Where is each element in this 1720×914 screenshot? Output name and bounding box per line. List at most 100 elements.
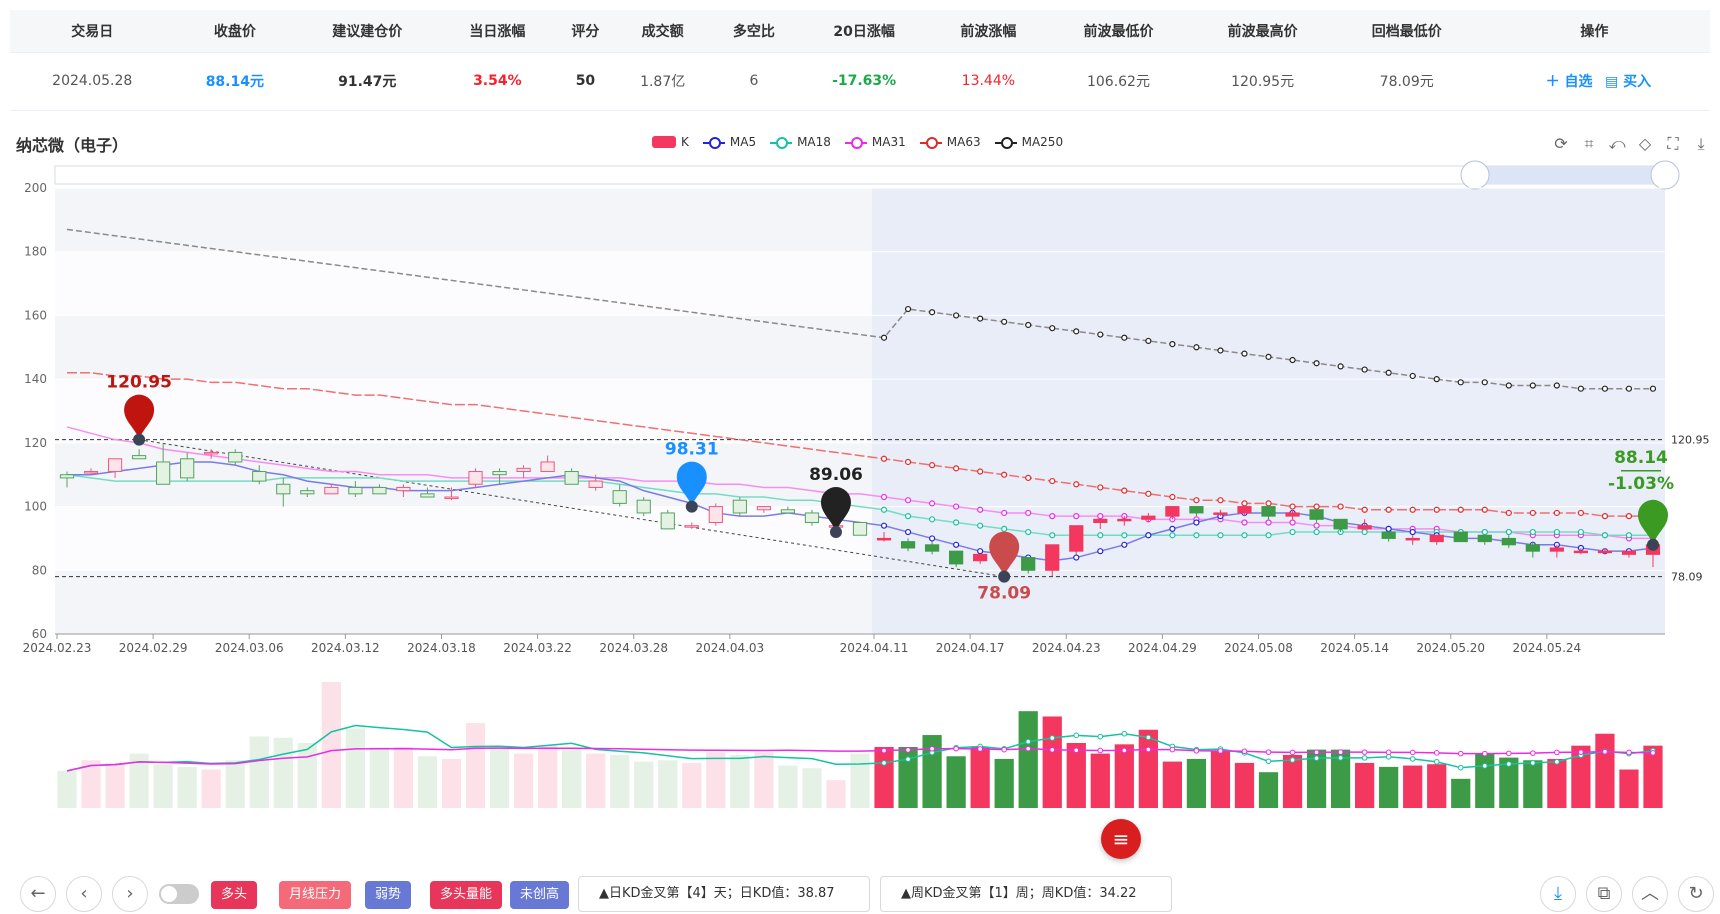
download-icon[interactable]: ⤓	[1540, 876, 1576, 912]
volume-bar	[513, 753, 534, 808]
ma250-point	[1409, 372, 1416, 380]
volume-ma-long-point	[1650, 750, 1656, 756]
volume-ma-point	[1337, 755, 1344, 761]
marker-dot	[829, 526, 842, 539]
candle	[396, 486, 411, 492]
volume-bar	[393, 746, 414, 808]
volume-ma-point	[1506, 761, 1512, 767]
ma250-point	[1649, 385, 1657, 392]
tag-monthly-pressure[interactable]: 月线压力	[279, 881, 352, 909]
ma250-point	[928, 309, 936, 316]
volume-ma-point	[1385, 754, 1392, 760]
chevron-right-icon[interactable]: ›	[112, 876, 148, 912]
volume-ma-long-point	[1025, 745, 1032, 752]
ma5-point	[1169, 525, 1176, 532]
ma63-point	[880, 455, 888, 462]
ma5-point	[928, 535, 936, 542]
ma63-point	[1457, 506, 1464, 513]
ma63-point	[1337, 503, 1344, 510]
candle	[1141, 515, 1156, 520]
volume-ma-long-point	[1602, 748, 1608, 755]
tag-bull[interactable]: 多头	[211, 881, 258, 909]
volume-ma-point	[1313, 755, 1320, 761]
ma31-point	[880, 493, 888, 501]
ma18-point	[1529, 528, 1536, 536]
marker-label: 89.06	[809, 465, 863, 485]
volume-ma-point	[1049, 735, 1056, 741]
volume-ma-long-point	[1361, 749, 1368, 755]
candle	[660, 512, 675, 530]
ma31-point	[1241, 519, 1248, 526]
x-tick-label: 2024.03.18	[407, 641, 476, 655]
volume-bar	[1427, 764, 1447, 808]
y-tick-label: 120	[24, 436, 47, 450]
ma18-point	[1601, 532, 1609, 539]
volume-bar	[610, 754, 630, 808]
ma63-point	[1073, 481, 1080, 488]
candle	[1309, 509, 1324, 520]
volume-bar	[1355, 762, 1375, 808]
candle	[1621, 550, 1637, 555]
menu-icon[interactable]: ≡	[1101, 819, 1141, 859]
volume-bar	[321, 682, 341, 808]
x-tick-label: 2024.04.11	[840, 641, 909, 655]
selection-overlay	[872, 188, 1665, 634]
weekly-kd-info: ▲周KD金叉第【1】周；周KD值：34.22	[880, 876, 1172, 912]
tag-weak[interactable]: 弱势	[365, 881, 412, 909]
ma250-point	[1265, 353, 1272, 360]
ma18-point	[1121, 532, 1128, 539]
tag-no-new-high[interactable]: 未创高	[510, 881, 570, 909]
volume-bar	[345, 728, 365, 808]
chevron-left-icon[interactable]: ‹	[66, 876, 102, 912]
volume-ma-long-point	[1626, 749, 1632, 756]
candle	[1573, 550, 1589, 554]
y-tick-label: 60	[32, 627, 47, 641]
data-zoom-window	[1475, 166, 1665, 184]
up-icon[interactable]: ︿	[1632, 876, 1668, 912]
ma250-point	[1553, 382, 1560, 389]
tag-bull-volume[interactable]: 多头量能	[430, 881, 503, 909]
candle	[1333, 518, 1348, 530]
x-tick-label: 2024.03.28	[599, 641, 668, 655]
ma31-point	[1313, 522, 1320, 529]
volume-ma-point	[1145, 734, 1152, 741]
ma63-point	[1121, 487, 1128, 494]
volume-bar	[946, 756, 966, 808]
ma18-point	[904, 513, 912, 520]
ma63-point	[1529, 509, 1536, 517]
ma250-point	[1025, 321, 1032, 329]
ma63-point	[1217, 497, 1224, 504]
volume-bar	[538, 745, 558, 808]
copy-icon[interactable]: ⧉	[1586, 876, 1622, 912]
candle	[204, 451, 219, 455]
candle	[131, 455, 147, 460]
ma5-point	[1121, 541, 1128, 548]
volume-ma-point	[1481, 763, 1488, 769]
volume-ma-point	[1554, 759, 1560, 765]
ma63-point	[1241, 500, 1248, 507]
arrow-left-icon[interactable]: ←	[20, 876, 56, 912]
volume-bar	[225, 760, 245, 808]
candle	[852, 522, 868, 536]
volume-bar	[489, 745, 510, 808]
marker-dot	[998, 570, 1011, 583]
volume-bar	[706, 752, 726, 808]
refresh-icon[interactable]: ↻	[1678, 876, 1714, 912]
candle	[516, 467, 531, 473]
volume-ma-point	[1409, 756, 1416, 762]
volume-ma-long-point	[1313, 749, 1320, 756]
candle	[420, 493, 435, 498]
volume-ma-long-point	[1217, 748, 1224, 754]
toggle-switch[interactable]	[159, 884, 199, 904]
volume-ma-point	[1361, 755, 1368, 761]
candle	[107, 458, 123, 473]
x-tick-label: 2024.04.23	[1032, 641, 1101, 655]
volume-bar	[634, 761, 654, 808]
ma63-point	[1025, 474, 1032, 481]
ma250-point	[1433, 376, 1440, 383]
ma31-point	[1049, 513, 1056, 520]
volume-bar	[465, 723, 486, 808]
volume-bar	[273, 737, 293, 808]
candle	[276, 483, 291, 495]
volume-ma-point	[881, 760, 887, 766]
